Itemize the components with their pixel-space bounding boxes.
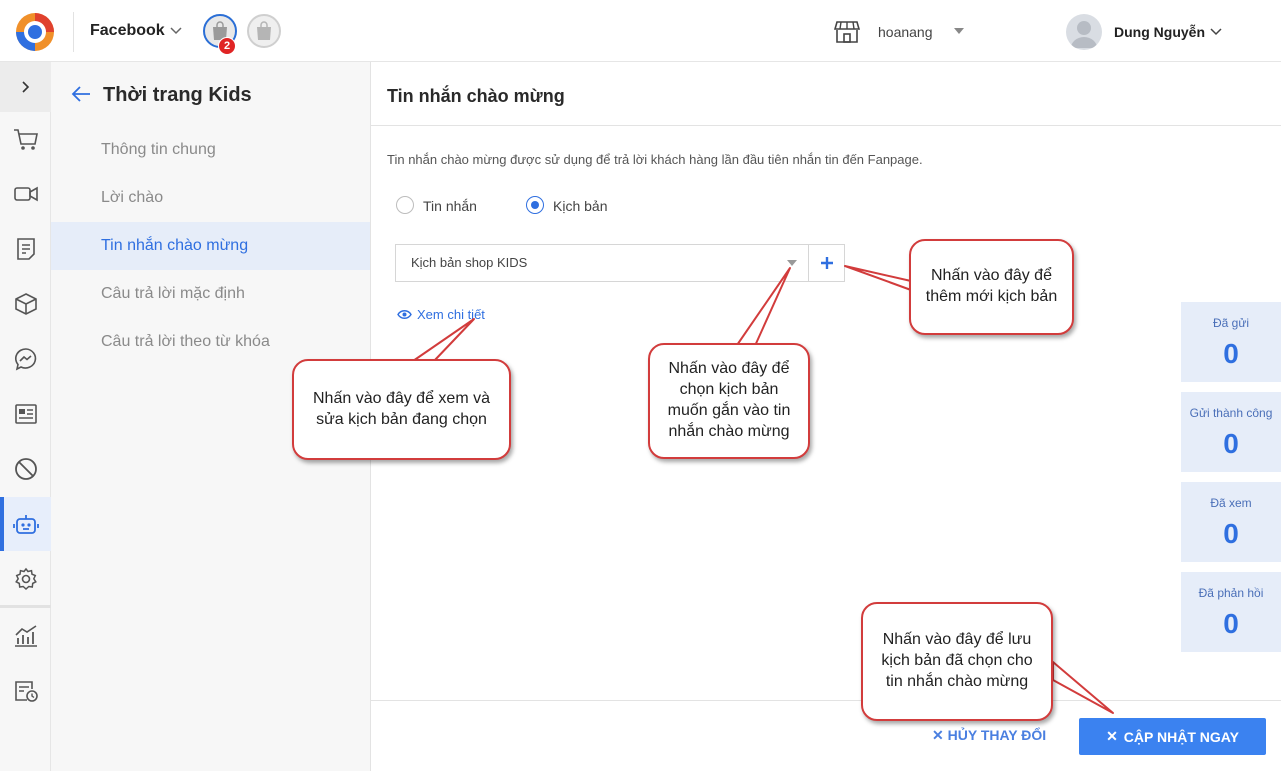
page-title: Tin nhắn chào mừng bbox=[387, 86, 565, 106]
stat-seen: Đã xem 0 bbox=[1181, 482, 1281, 562]
bot-icon bbox=[13, 515, 39, 534]
shopping-bag-icon bbox=[257, 21, 271, 40]
expand-rail-button[interactable] bbox=[0, 62, 51, 112]
view-detail-link[interactable]: Xem chi tiết bbox=[417, 307, 485, 322]
callout-save-script: Nhấn vào đây để lưu kịch bản đã chọn cho… bbox=[861, 602, 1053, 721]
close-icon: ✕ bbox=[932, 727, 948, 743]
ban-icon bbox=[15, 458, 37, 480]
plus-icon bbox=[820, 257, 833, 269]
save-label: CẬP NHẬT NGAY bbox=[1123, 728, 1239, 745]
rail-separator bbox=[0, 605, 51, 608]
eye-icon[interactable] bbox=[397, 309, 412, 320]
callout-add-script: Nhấn vào đây để thêm mới kịch bản bbox=[909, 239, 1074, 335]
shop-selector[interactable]: hoanang bbox=[878, 24, 933, 40]
rail-item-history[interactable] bbox=[12, 677, 40, 705]
stat-value: 0 bbox=[1223, 518, 1239, 549]
stat-sent: Đã gửi 0 bbox=[1181, 302, 1281, 382]
document-icon bbox=[17, 238, 35, 260]
stat-value: 0 bbox=[1223, 338, 1239, 369]
messenger-icon bbox=[14, 348, 37, 371]
caret-down-icon[interactable] bbox=[787, 260, 797, 267]
store-icon bbox=[834, 21, 860, 43]
video-icon bbox=[14, 186, 38, 202]
stat-replied: Đã phản hồi 0 bbox=[1181, 572, 1281, 652]
caret-down-icon[interactable] bbox=[954, 28, 964, 35]
app-logo-icon[interactable] bbox=[14, 11, 56, 53]
close-icon: ✕ bbox=[1106, 728, 1118, 744]
save-button[interactable]: ✕ CẬP NHẬT NGAY bbox=[1079, 718, 1266, 755]
menu-title: Thời trang Kids bbox=[103, 84, 252, 106]
fanpage-avatar[interactable] bbox=[247, 14, 281, 48]
platform-selector[interactable]: Facebook bbox=[90, 22, 165, 40]
contact-card-icon bbox=[15, 404, 37, 424]
menu-item-greeting[interactable]: Lời chào bbox=[51, 174, 370, 222]
rail-item-orders[interactable] bbox=[12, 126, 40, 154]
description-text: Tin nhắn chào mừng được sử dụng để trả l… bbox=[387, 152, 923, 167]
script-select[interactable]: Kịch bản shop KIDS bbox=[395, 244, 809, 282]
rail-item-settings[interactable] bbox=[12, 565, 40, 593]
rail-item-live[interactable] bbox=[12, 180, 40, 208]
user-menu[interactable]: Dung Nguyễn bbox=[1114, 24, 1205, 40]
rail-item-products[interactable] bbox=[12, 290, 40, 318]
gear-icon bbox=[15, 567, 37, 591]
back-arrow-icon[interactable] bbox=[70, 84, 92, 104]
stat-label: Đã xem bbox=[1210, 496, 1252, 510]
stat-value: 0 bbox=[1223, 428, 1239, 459]
top-bar: Facebook 2 hoanang Dung Nguyễn bbox=[0, 0, 1281, 62]
radio-script[interactable] bbox=[526, 196, 544, 214]
rail-item-messages[interactable] bbox=[12, 345, 40, 373]
chevron-right-icon bbox=[21, 81, 29, 93]
menu-item-general-info[interactable]: Thông tin chung bbox=[51, 126, 370, 174]
radio-script-label[interactable]: Kịch bản bbox=[553, 198, 607, 214]
rail-item-reports[interactable] bbox=[12, 622, 40, 650]
box-icon bbox=[15, 293, 37, 315]
rail-active-indicator bbox=[0, 497, 4, 551]
stat-value: 0 bbox=[1223, 608, 1239, 639]
title-divider bbox=[371, 125, 1281, 126]
stat-delivered: Gửi thành công 0 bbox=[1181, 392, 1281, 472]
rail-item-chatbot[interactable] bbox=[12, 510, 40, 538]
notification-badge: 2 bbox=[218, 37, 236, 55]
radio-message[interactable] bbox=[396, 196, 414, 214]
rail-item-customers[interactable] bbox=[12, 400, 40, 428]
cancel-button[interactable]: ✕ HỦY THAY ĐỔI bbox=[932, 727, 1046, 744]
stat-label: Đã gửi bbox=[1212, 316, 1250, 330]
menu-item-default-reply[interactable]: Câu trả lời mặc định bbox=[51, 270, 370, 318]
menu-item-welcome-message[interactable]: Tin nhắn chào mừng bbox=[51, 222, 370, 270]
callout-view-script: Nhấn vào đây để xem và sửa kịch bản đang… bbox=[292, 359, 511, 460]
rail-item-posts[interactable] bbox=[12, 235, 40, 263]
radio-message-label[interactable]: Tin nhắn bbox=[423, 198, 477, 214]
footer-divider bbox=[371, 700, 1281, 701]
rail-item-blocked[interactable] bbox=[12, 455, 40, 483]
cancel-label: HỦY THAY ĐỔI bbox=[947, 727, 1047, 743]
add-script-button[interactable] bbox=[809, 244, 845, 282]
stat-label: Đã phản hồi bbox=[1198, 586, 1264, 600]
cart-icon bbox=[14, 129, 38, 150]
avatar[interactable] bbox=[1066, 14, 1102, 50]
icon-rail bbox=[0, 62, 51, 771]
stat-label: Gửi thành công bbox=[1189, 406, 1273, 420]
top-divider bbox=[73, 12, 74, 52]
chevron-down-icon[interactable] bbox=[1209, 27, 1223, 37]
chart-icon bbox=[15, 625, 37, 647]
schedule-icon bbox=[15, 681, 38, 702]
chevron-down-icon[interactable] bbox=[169, 26, 183, 36]
callout-choose-script: Nhấn vào đây để chọn kịch bản muốn gắn v… bbox=[648, 343, 810, 459]
user-silhouette-icon bbox=[1071, 21, 1097, 48]
